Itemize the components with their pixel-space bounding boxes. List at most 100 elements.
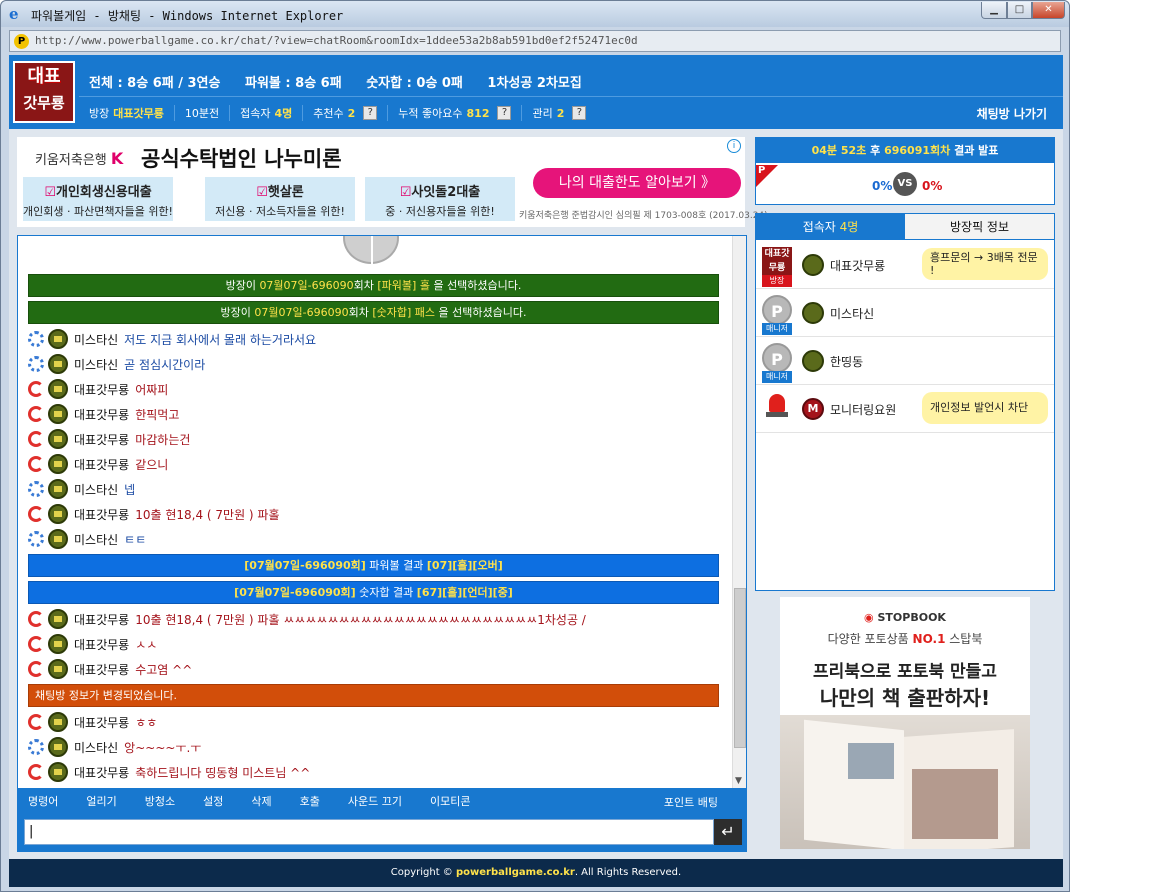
- message-nick[interactable]: 대표갓무룡: [74, 714, 129, 731]
- ad-option-sub: 개인회생 · 파산면책자들을 위한!: [23, 205, 173, 218]
- ad-tag-text: 스탑북: [945, 632, 983, 646]
- message-text: 축하드립니다 띵동형 미스트님 ^^: [135, 765, 311, 780]
- scroll-down-icon[interactable]: ▼: [735, 776, 742, 786]
- message-nick[interactable]: 대표갓무룡: [74, 636, 129, 653]
- chat-panel: 방장이 07월07일-696090회차 [파워볼] 홀 을 선택하셨습니다. 방…: [17, 235, 747, 852]
- ad-headline: 공식수탁법인 나누미론: [141, 147, 342, 171]
- next-result-panel: 04분 52초 후 696091회차 결과 발표 P 0% VS 0%: [755, 137, 1055, 205]
- message-nick[interactable]: 미스타신: [74, 739, 118, 756]
- admin-info: 관리 2 ?: [532, 105, 596, 121]
- user-status-icon: [28, 456, 44, 472]
- menu-clear[interactable]: 방청소: [145, 793, 175, 809]
- notice-text: 회차: [348, 306, 373, 319]
- user-status-icon: [28, 764, 44, 780]
- user-row[interactable]: P 매니저 미스타신: [756, 289, 1054, 337]
- user-status-icon: [28, 611, 44, 627]
- ad-option-1[interactable]: ☑개인회생신용대출 개인회생 · 파산면책자들을 위한!: [23, 177, 173, 221]
- message-nick[interactable]: 미스타신: [74, 356, 118, 373]
- scrollbar-thumb[interactable]: [734, 588, 746, 748]
- chat-messages: 방장이 07월07일-696090회차 [파워볼] 홀 을 선택하셨습니다. 방…: [18, 236, 732, 788]
- send-icon[interactable]: ↵: [714, 819, 742, 845]
- users-tabs: 접속자 4명 방장픽 정보: [756, 214, 1054, 240]
- side-banner-ad[interactable]: ◉ STOPBOOK 다양한 포토상품 NO.1 스탑북 프리북으로 포토북 만…: [780, 597, 1030, 849]
- tab-users[interactable]: 접속자 4명: [756, 214, 905, 240]
- minimize-button[interactable]: ▁: [981, 2, 1007, 19]
- user-status-icon: [28, 506, 44, 522]
- rank-icon: [48, 712, 68, 732]
- ball-graphic: [343, 236, 399, 264]
- ad-info-icon[interactable]: i: [727, 139, 741, 153]
- ad-brand-text: STOPBOOK: [877, 611, 946, 624]
- notice-pick: [파워볼] 홀: [377, 279, 430, 292]
- address-bar[interactable]: P http://www.powerballgame.co.kr/chat/?v…: [9, 30, 1061, 52]
- chat-message: 미스타신 ㅌㅌ: [28, 528, 146, 550]
- admin-help-button[interactable]: ?: [572, 106, 587, 120]
- exit-room-button[interactable]: 채팅방 나가기: [977, 105, 1047, 122]
- user-name: 미스타신: [830, 307, 875, 321]
- notice-pick: [숫자합] 패스: [372, 306, 436, 319]
- chat-message: 대표갓무룡 ㅎㅎ: [28, 711, 157, 733]
- menu-call[interactable]: 호출: [300, 793, 320, 809]
- user-row[interactable]: 대표갓무룡 방장 대표갓무룡 흥프문의 → 3배목 전문 !: [756, 241, 1054, 289]
- notice-round: 07월07일-696090: [259, 279, 354, 292]
- chat-input[interactable]: |: [24, 819, 714, 845]
- stat-number-sum: 숫자합 : 0승 0패: [366, 76, 463, 91]
- result-value: [67][홀][언더][중]: [416, 586, 513, 599]
- rank-icon: [802, 302, 824, 324]
- menu-settings[interactable]: 설정: [203, 793, 223, 809]
- users-panel: 접속자 4명 방장픽 정보 대표갓무룡 방장 대표갓무룡 흥프문의 → 3배목 …: [755, 213, 1055, 591]
- menu-sound-off[interactable]: 사운드 끄기: [348, 793, 402, 809]
- header-divider: [79, 96, 1063, 97]
- message-nick[interactable]: 대표갓무룡: [74, 611, 129, 628]
- top-banner-ad[interactable]: 키움저축은행 K 공식수탁법인 나누미론 i ☑개인회생신용대출 개인회생 · …: [17, 137, 768, 227]
- message-text: 곧 점심시간이라: [124, 357, 206, 372]
- close-button[interactable]: ✕: [1032, 2, 1065, 19]
- message-nick[interactable]: 미스타신: [74, 481, 118, 498]
- menu-commands[interactable]: 명령어: [28, 793, 58, 809]
- tab-owner-pick-info[interactable]: 방장픽 정보: [905, 214, 1054, 240]
- message-text: ㅎㅎ: [135, 715, 158, 730]
- ad-option-3[interactable]: ☑사잇돌2대출 중 · 저신용자들을 위한!: [365, 177, 515, 221]
- user-name: 한띵동: [830, 355, 864, 369]
- vs-icon: VS: [893, 172, 917, 196]
- rank-icon: [802, 350, 824, 372]
- user-row[interactable]: M 모니터링요원 개인정보 발언시 차단: [756, 385, 1054, 433]
- message-nick[interactable]: 미스타신: [74, 531, 118, 548]
- role-badge: 매니저: [762, 371, 792, 383]
- result-round: [07월07일-696090회]: [244, 559, 366, 572]
- users-info: 접속자 4명: [240, 105, 304, 121]
- menu-freeze[interactable]: 얼리기: [86, 793, 116, 809]
- message-nick[interactable]: 대표갓무룡: [74, 381, 129, 398]
- message-nick[interactable]: 대표갓무룡: [74, 506, 129, 523]
- likes-help-button[interactable]: ?: [497, 106, 512, 120]
- user-row[interactable]: P 매니저 한띵동: [756, 337, 1054, 385]
- footer-site-link[interactable]: powerballgame.co.kr: [456, 867, 575, 878]
- ad-option-title: 햇살론: [267, 185, 304, 200]
- menu-emoticon[interactable]: 이모티콘: [430, 793, 470, 809]
- likes-info: 누적 좋아요수 812 ?: [398, 105, 523, 121]
- chat-scrollbar[interactable]: ▼: [732, 236, 746, 788]
- ad-cta-button[interactable]: 나의 대출한도 알아보기 》: [533, 168, 741, 198]
- check-icon: ☑: [399, 185, 412, 200]
- point-bet-button[interactable]: 포인트 배팅: [664, 794, 718, 810]
- message-nick[interactable]: 대표갓무룡: [74, 431, 129, 448]
- ad-option-2[interactable]: ☑햇살론 저신용 · 저소득자들을 위한!: [205, 177, 355, 221]
- message-nick[interactable]: 미스타신: [74, 331, 118, 348]
- message-nick[interactable]: 대표갓무룡: [74, 456, 129, 473]
- check-icon: ☑: [44, 185, 56, 200]
- room-header: 대표 갓무룡 전체 : 8승 6패 / 3연승 파워볼 : 8승 6패 숫자합 …: [9, 55, 1063, 129]
- user-name: 대표갓무룡: [830, 259, 886, 273]
- powerball-result-notice: [07월07일-696090회] 파워볼 결과 [07][홀][오버]: [28, 554, 719, 577]
- user-status-icon: [28, 406, 44, 422]
- room-logo: 대표 갓무룡: [13, 61, 75, 123]
- message-nick[interactable]: 대표갓무룡: [74, 661, 129, 678]
- menu-delete[interactable]: 삭제: [251, 793, 271, 809]
- maximize-button[interactable]: □: [1007, 2, 1032, 19]
- message-nick[interactable]: 대표갓무룡: [74, 764, 129, 781]
- message-nick[interactable]: 대표갓무룡: [74, 406, 129, 423]
- logo-line2: 갓무룡: [23, 94, 65, 112]
- elapsed-info: 10분전: [185, 105, 231, 121]
- ad-photobook-image: [780, 715, 1030, 849]
- recommend-help-button[interactable]: ?: [363, 106, 378, 120]
- owner-label: 방장: [89, 107, 110, 120]
